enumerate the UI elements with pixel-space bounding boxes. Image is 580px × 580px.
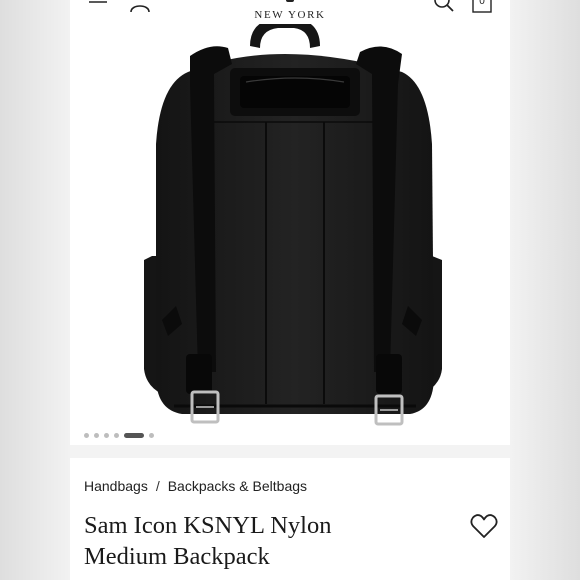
breadcrumb-separator: / (155, 478, 160, 494)
gallery-dot[interactable] (84, 432, 89, 438)
page-background-left (0, 0, 70, 580)
gallery-dot[interactable] (149, 432, 154, 438)
page-background-right (510, 0, 580, 580)
gallery-dot[interactable] (104, 432, 109, 438)
product-image[interactable] (70, 24, 510, 442)
shopping-bag-icon[interactable]: 0 (470, 0, 494, 14)
gallery-pagination (84, 431, 154, 439)
heart-icon[interactable] (470, 513, 498, 539)
menu-icon[interactable] (88, 0, 108, 8)
product-title-line: Sam Icon KSNYL Nylon (84, 512, 332, 539)
gallery-dot[interactable] (114, 432, 119, 438)
product-title-line: Medium Backpack (84, 543, 270, 570)
section-divider (70, 445, 510, 458)
brand-logo[interactable] (286, 0, 294, 2)
breadcrumb-link-backpacks[interactable]: Backpacks & Beltbags (168, 478, 307, 494)
mobile-viewport: NEW YORK 0 Handbags / Backpacks & Beltba… (70, 0, 510, 580)
site-header: NEW YORK 0 (70, 0, 510, 24)
bag-count: 0 (479, 0, 485, 7)
search-icon[interactable] (432, 0, 456, 14)
breadcrumb: Handbags / Backpacks & Beltbags (84, 478, 307, 494)
gallery-dot-active[interactable] (124, 432, 144, 438)
gallery-dot[interactable] (94, 432, 99, 438)
breadcrumb-link-handbags[interactable]: Handbags (84, 478, 148, 494)
product-title: Sam Icon KSNYL Nylon Medium Backpack (84, 510, 444, 572)
